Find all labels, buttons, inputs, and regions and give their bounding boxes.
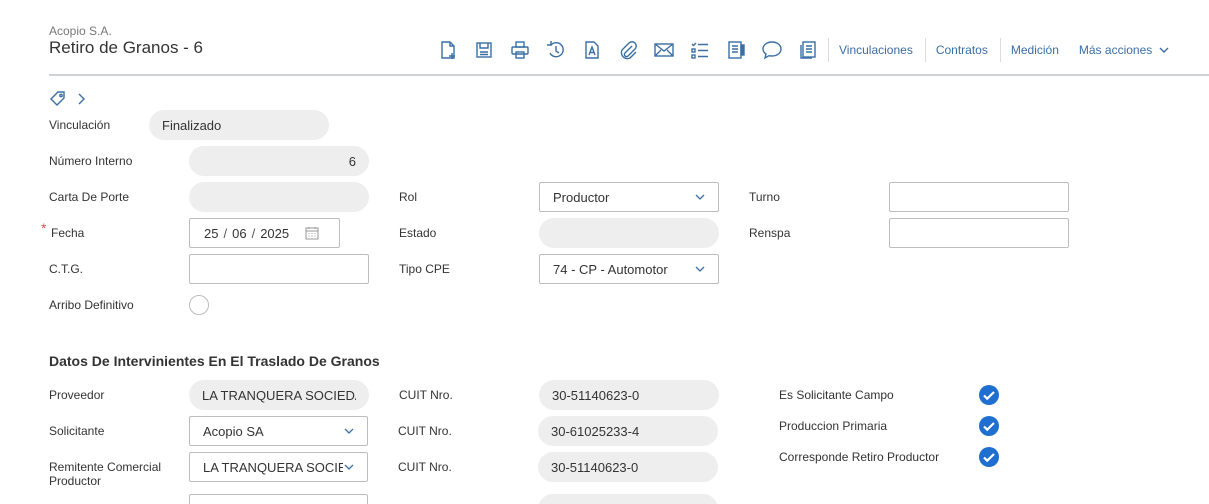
renspa-label: Renspa [749,226,791,240]
produccion-primaria-label: Produccion Primaria [779,419,888,433]
renspa-input[interactable] [889,218,1069,248]
rol-value: Productor [553,189,610,205]
header-divider [49,74,1209,76]
remitente-label-line2: Productor [49,474,102,488]
fecha-date-input[interactable]: 25 / 06 / 2025 [189,218,340,248]
remitente-cuit-label: CUIT Nro. [398,460,452,474]
calendar-icon[interactable] [305,226,319,240]
tipo-cpe-select[interactable]: 74 - CP - Automotor [539,254,719,284]
proveedor-cuit-value: 30-51140623-0 [552,387,640,403]
print-icon[interactable] [502,36,538,64]
turno-label: Turno [749,190,780,204]
chevron-down-icon [695,266,705,272]
corresponde-retiro-productor-label: Corresponde Retiro Productor [779,450,940,464]
es-solicitante-campo-label: Es Solicitante Campo [779,388,894,402]
date-separator: / [223,225,228,241]
vinculacion-field[interactable]: Finalizado [149,110,329,140]
carta-de-porte-label: Carta De Porte [49,190,130,204]
carta-de-porte-field[interactable] [189,182,369,212]
ctg-input[interactable] [189,254,369,284]
solicitante-cuit-label: CUIT Nro. [398,424,452,438]
proveedor-label: Proveedor [49,388,105,402]
remitente-label: Remitente Comercial Productor [49,460,161,488]
toolbar: Vinculaciones Contratos Medición Más acc… [430,36,1180,64]
vinculacion-value: Finalizado [162,117,222,133]
turno-input[interactable] [889,182,1069,212]
fecha-label: Fecha [51,226,85,240]
vinculacion-label: Vinculación [49,118,111,132]
remitente-cuit-field[interactable]: 30-51140623-0 [538,452,718,482]
solicitante-cuit-field[interactable]: 30-61025233-4 [538,416,718,446]
mas-acciones-menu[interactable]: Más acciones [1069,36,1180,64]
ctg-label: C.T.G. [49,262,84,276]
company-name: Acopio S.A. [49,24,112,38]
fecha-year: 2025 [260,225,290,241]
new-document-icon[interactable] [430,36,466,64]
solicitante-value: Acopio SA [203,423,264,439]
checklist-icon[interactable] [682,36,718,64]
remitente-label-line1: Remitente Comercial [49,460,162,474]
date-separator: / [251,225,256,241]
pages-icon[interactable] [790,36,826,64]
remitente-select[interactable]: LA TRANQUERA SOCIEDAD [189,452,368,482]
arribo-definitivo-label: Arribo Definitivo [49,298,134,312]
next-row-cuit-field[interactable] [538,494,718,504]
next-row-input[interactable] [189,494,368,504]
rol-label: Rol [399,190,418,204]
remitente-value: LA TRANQUERA SOCIEDAD [203,459,343,475]
check-circle-icon[interactable] [979,385,999,405]
numero-interno-value: 6 [348,153,356,169]
document-view-icon[interactable] [718,36,754,64]
fecha-day: 25 [204,225,219,241]
medicion-link[interactable]: Medición [1001,36,1069,64]
check-circle-icon[interactable] [979,416,999,436]
solicitante-select[interactable]: Acopio SA [189,416,368,446]
page-title: Retiro de Granos - 6 [49,38,204,57]
tag-icon[interactable] [49,90,67,108]
tags-row [49,90,91,108]
proveedor-field[interactable]: LA TRANQUERA SOCIEDAD [189,380,369,410]
numero-interno-field[interactable]: 6 [189,146,369,176]
tipo-cpe-label: Tipo CPE [399,262,450,276]
estado-label: Estado [399,226,437,240]
tipo-cpe-value: 74 - CP - Automotor [553,261,668,277]
chevron-right-icon[interactable] [73,90,91,108]
proveedor-cuit-label: CUIT Nro. [399,388,453,402]
vinculaciones-link[interactable]: Vinculaciones [829,36,923,64]
remitente-cuit-value: 30-51140623-0 [551,459,639,475]
solicitante-cuit-value: 30-61025233-4 [551,423,640,439]
check-circle-icon[interactable] [979,447,999,467]
proveedor-cuit-field[interactable]: 30-51140623-0 [539,380,719,410]
estado-field[interactable] [539,218,719,248]
numero-interno-label: Número Interno [49,154,133,168]
solicitante-label: Solicitante [49,424,105,438]
required-indicator: * [41,220,47,236]
email-icon[interactable] [646,36,682,64]
rol-select[interactable]: Productor [539,182,719,212]
text-document-icon[interactable] [574,36,610,64]
arribo-definitivo-toggle[interactable] [189,295,209,315]
chevron-down-icon [344,428,354,434]
fecha-month: 06 [232,225,247,241]
proveedor-value: LA TRANQUERA SOCIEDAD [202,387,356,403]
mas-acciones-label: Más acciones [1078,43,1153,57]
save-icon[interactable] [466,36,502,64]
contratos-link[interactable]: Contratos [926,36,998,64]
chevron-down-icon [1159,47,1169,53]
chevron-down-icon [695,194,705,200]
comment-icon[interactable] [754,36,790,64]
section-title: Datos De Intervinientes En El Traslado D… [49,353,380,369]
attachment-icon[interactable] [610,36,646,64]
chevron-down-icon [344,464,354,470]
history-icon[interactable] [538,36,574,64]
